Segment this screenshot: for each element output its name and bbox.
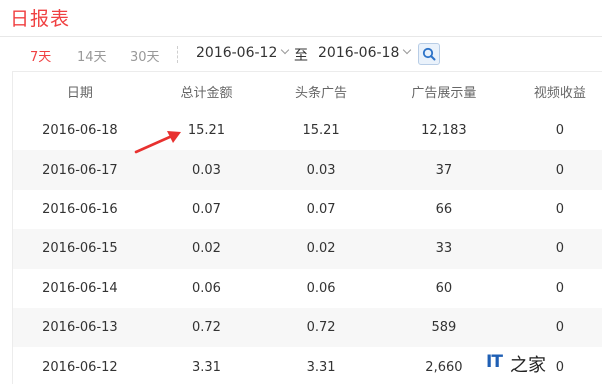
watermark-text: 之家 <box>510 355 546 376</box>
headline-ads-cell: 0.03 <box>306 162 336 178</box>
video-revenue-cell: 0 <box>555 320 565 336</box>
video-revenue-cell: 0 <box>555 280 565 296</box>
chevron-down-icon <box>281 45 290 55</box>
video-revenue-cell: 0 <box>555 201 565 217</box>
site-watermark: IT 之家 <box>484 350 552 376</box>
total-cell: 0.07 <box>191 201 221 217</box>
report-table: 日期 总计金额 头条广告 广告展示量 视频收益 2016-06-18 15.21… <box>12 71 602 384</box>
start-date-picker[interactable]: 2016-06-12 <box>196 45 290 61</box>
video-revenue-cell: 0 <box>555 241 565 257</box>
total-cell: 3.31 <box>191 359 221 375</box>
column-header-headline-ads[interactable]: 头条广告 <box>266 82 376 101</box>
column-header-date[interactable]: 日期 <box>13 82 147 101</box>
title-divider <box>0 36 602 37</box>
table-row: 2016-06-17 0.03 0.03 37 0 <box>13 150 602 190</box>
filter-divider <box>177 46 178 63</box>
end-date-picker[interactable]: 2016-06-18 <box>318 45 412 61</box>
watermark-logo: IT <box>486 352 503 372</box>
date-cell: 2016-06-17 <box>42 162 118 178</box>
column-header-video-revenue[interactable]: 视频收益 <box>512 82 602 101</box>
start-date-value: 2016-06-12 <box>196 45 278 61</box>
date-cell: 2016-06-16 <box>42 201 118 217</box>
range-7-days[interactable]: 7天 <box>30 46 51 65</box>
date-cell: 2016-06-12 <box>42 359 118 375</box>
range-14-days[interactable]: 14天 <box>77 46 107 65</box>
headline-ads-cell: 0.07 <box>306 201 336 217</box>
table-row: 2016-06-18 15.21 15.21 12,183 0 <box>13 111 602 150</box>
date-cell: 2016-06-15 <box>42 241 118 257</box>
end-date-value: 2016-06-18 <box>318 45 400 61</box>
impressions-cell: 60 <box>435 280 453 296</box>
total-cell: 0.02 <box>191 241 221 257</box>
table-row: 2016-06-15 0.02 0.02 33 0 <box>13 229 602 269</box>
range-30-days[interactable]: 30天 <box>130 46 160 65</box>
impressions-cell: 589 <box>431 320 457 336</box>
red-arrow-icon <box>134 131 181 154</box>
table-row: 2016-06-13 0.72 0.72 589 0 <box>13 307 602 348</box>
video-revenue-cell: 0 <box>555 123 565 139</box>
total-cell: 0.06 <box>191 280 221 296</box>
date-cell: 2016-06-18 <box>42 123 118 139</box>
table-row: 2016-06-16 0.07 0.07 66 0 <box>13 190 602 229</box>
search-icon <box>422 47 436 61</box>
total-cell: 0.03 <box>191 162 221 178</box>
column-header-total[interactable]: 总计金额 <box>147 82 266 101</box>
impressions-cell: 66 <box>435 201 453 217</box>
headline-ads-cell: 0.72 <box>306 320 336 336</box>
column-header-impressions[interactable]: 广告展示量 <box>376 82 512 101</box>
headline-ads-cell: 0.06 <box>306 280 336 296</box>
impressions-cell: 12,183 <box>421 123 467 139</box>
headline-ads-cell: 3.31 <box>306 359 336 375</box>
chevron-down-icon <box>403 45 412 55</box>
daily-report-page: 日报表 7天 14天 30天 2016-06-12 至 2016-06-18 日… <box>0 0 602 384</box>
video-revenue-cell: 0 <box>555 162 565 178</box>
filter-bar: 7天 14天 30天 2016-06-12 至 2016-06-18 <box>0 40 602 70</box>
impressions-cell: 33 <box>435 241 453 257</box>
search-button[interactable] <box>418 43 440 65</box>
table-header-row: 日期 总计金额 头条广告 广告展示量 视频收益 <box>13 72 602 111</box>
total-cell: 0.72 <box>191 320 221 336</box>
impressions-cell: 37 <box>435 162 453 178</box>
headline-ads-cell: 15.21 <box>302 123 340 139</box>
date-cell: 2016-06-14 <box>42 280 118 296</box>
headline-ads-cell: 0.02 <box>306 241 336 257</box>
table-row: 2016-06-14 0.06 0.06 60 0 <box>13 269 602 308</box>
page-title: 日报表 <box>10 8 71 30</box>
date-cell: 2016-06-13 <box>42 320 118 336</box>
to-label: 至 <box>294 48 308 64</box>
